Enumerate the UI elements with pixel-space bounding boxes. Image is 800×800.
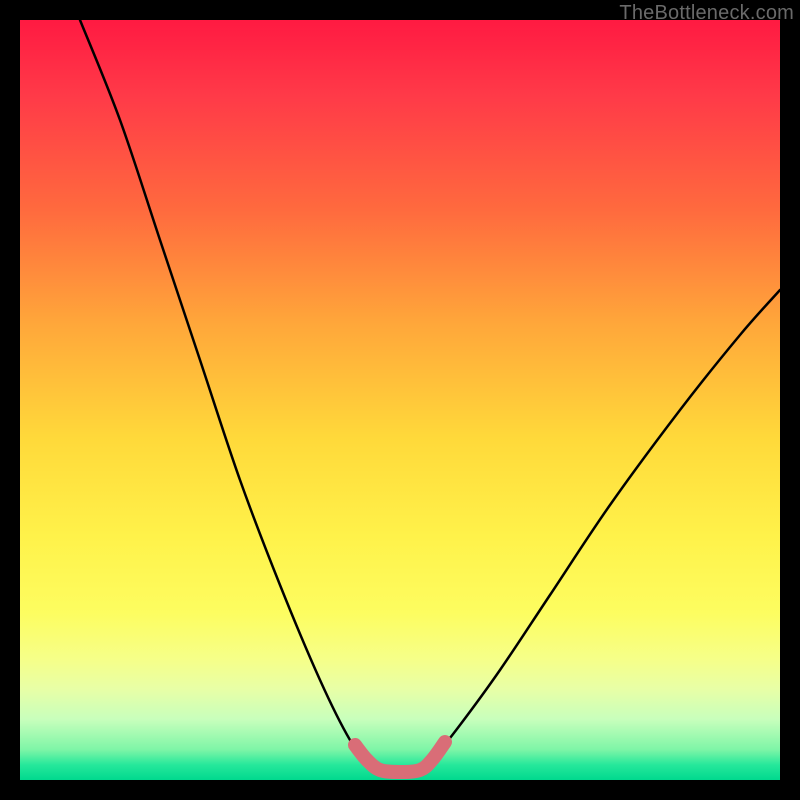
- main-curve-path: [80, 20, 780, 772]
- curve-svg: [20, 20, 780, 780]
- trough-highlight-path: [355, 742, 445, 772]
- chart-stage: TheBottleneck.com: [0, 0, 800, 800]
- plot-area: [20, 20, 780, 780]
